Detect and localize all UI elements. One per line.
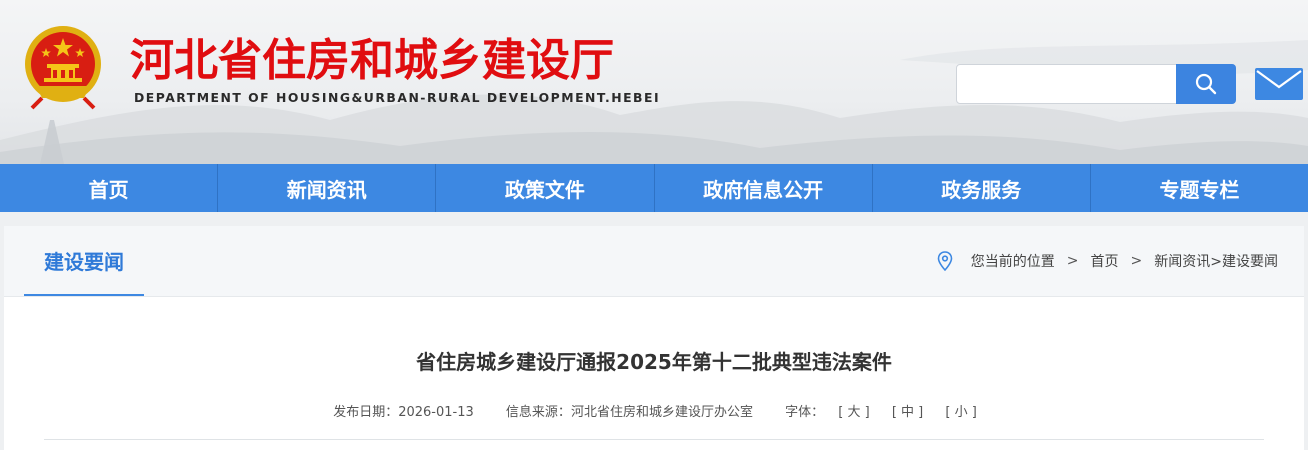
- divider: [44, 439, 1264, 440]
- nav-item-gov-services[interactable]: 政务服务: [873, 164, 1091, 212]
- nav-item-special-topics[interactable]: 专题专栏: [1091, 164, 1308, 212]
- breadcrumb-separator: >: [1066, 253, 1079, 269]
- section-header: 建设要闻 您当前的位置 > 首页 > 新闻资讯>建设要闻: [4, 226, 1304, 297]
- site-header: 河北省住房和城乡建设厅 DEPARTMENT OF HOUSING&URBAN-…: [0, 0, 1308, 164]
- search-icon: [1195, 73, 1217, 95]
- publish-date-value: 2026-01-13: [398, 405, 474, 420]
- nav-item-info-disclosure[interactable]: 政府信息公开: [655, 164, 873, 212]
- font-size-medium-button[interactable]: [ 中 ]: [892, 405, 923, 420]
- site-title: 河北省住房和城乡建设厅: [130, 35, 614, 86]
- section-title: 建设要闻: [24, 226, 144, 296]
- mail-icon[interactable]: [1254, 66, 1304, 102]
- article-title: 省住房城乡建设厅通报2025年第十二批典型违法案件: [416, 350, 892, 374]
- info-source-label: 信息来源：: [505, 405, 571, 420]
- main-nav: 首页 新闻资讯 政策文件 政府信息公开 政务服务 专题专栏: [0, 164, 1308, 212]
- breadcrumb-trail-link[interactable]: 新闻资讯>建设要闻: [1154, 251, 1278, 271]
- font-size-small-button[interactable]: [ 小 ]: [945, 405, 976, 420]
- search-box: [956, 64, 1236, 104]
- nav-item-policy[interactable]: 政策文件: [436, 164, 655, 212]
- article-meta: 发布日期：2026-01-13 信息来源：河北省住房和城乡建设厅办公室 字体： …: [4, 401, 1304, 420]
- nav-item-home[interactable]: 首页: [0, 164, 219, 212]
- publish-date-label: 发布日期：: [333, 405, 399, 420]
- location-pin-icon: [937, 251, 953, 271]
- breadcrumb-home-link[interactable]: 首页: [1091, 251, 1119, 271]
- national-emblem-icon: [25, 26, 101, 110]
- font-size-large-button[interactable]: [ 大 ]: [838, 405, 869, 420]
- search-button[interactable]: [1176, 64, 1236, 104]
- breadcrumb-separator: >: [1130, 253, 1143, 269]
- publish-date: 发布日期：2026-01-13: [333, 405, 474, 420]
- site-subtitle: DEPARTMENT OF HOUSING&URBAN-RURAL DEVELO…: [134, 90, 661, 105]
- search-input[interactable]: [957, 65, 1175, 103]
- content-panel: 建设要闻 您当前的位置 > 首页 > 新闻资讯>建设要闻 省住房城乡建设厅通报2…: [4, 226, 1304, 450]
- breadcrumb: 您当前的位置 > 首页 > 新闻资讯>建设要闻: [937, 226, 1278, 296]
- info-source: 信息来源：河北省住房和城乡建设厅办公室: [506, 405, 753, 420]
- breadcrumb-prefix: 您当前的位置: [970, 254, 1055, 270]
- font-size-label: 字体：: [785, 405, 825, 420]
- info-source-value: 河北省住房和城乡建设厅办公室: [570, 405, 753, 420]
- nav-item-news[interactable]: 新闻资讯: [218, 164, 437, 212]
